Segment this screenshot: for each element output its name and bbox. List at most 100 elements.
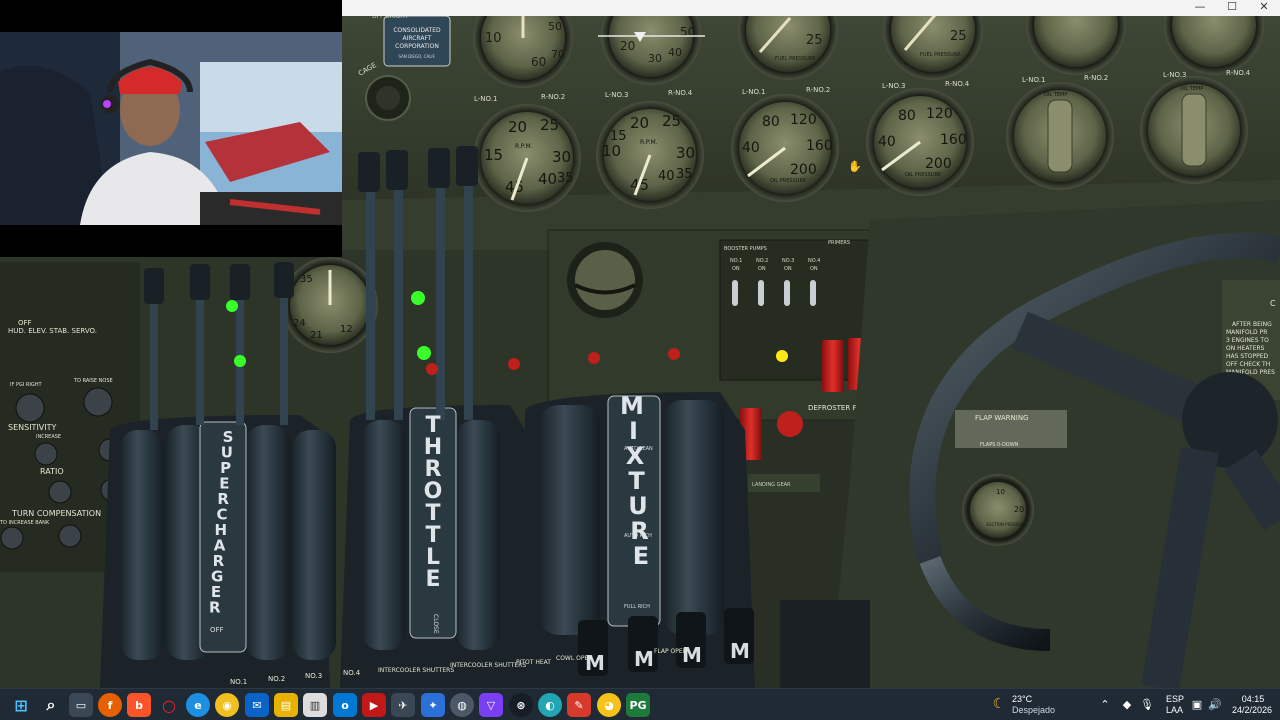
ap-hud-line: HUD. ELEV. STAB. SERVO. (8, 327, 97, 335)
rpm2-label: R.P.M. (640, 139, 658, 146)
proton-icon[interactable]: ▽ (479, 693, 503, 717)
speaker-icon[interactable]: 🔊 (1208, 698, 1222, 712)
suction-tick: 10 (996, 488, 1005, 496)
keyboard-layout[interactable]: LAA (1166, 705, 1183, 716)
booster-pumps-label: BOOSTER PUMPS (724, 246, 767, 252)
ap-turn-comp: TURN COMPENSATION (11, 509, 101, 518)
weather-moon-icon[interactable]: ☾ (992, 697, 1006, 711)
throttle-close-label: CLOSE (432, 614, 439, 634)
ap-knob (48, 480, 72, 504)
engine-header: R-NO.2 (541, 93, 565, 101)
ap-right-knob-label: TO RAISE NOSE (73, 378, 113, 384)
rpm2-tick: 40 (658, 169, 675, 184)
clock-time[interactable]: 04:15 (1232, 694, 1274, 705)
mixture-letter: R (630, 517, 648, 545)
bottom-label: FLAP OPEN (654, 648, 687, 655)
booster-switch-on-label: ON (784, 266, 792, 272)
mixture-knob-letter: M (634, 647, 654, 671)
oil2-tick: 120 (926, 106, 953, 122)
placard-line3: CORPORATION (395, 43, 439, 50)
cockpit-app-icon[interactable]: ✈ (391, 693, 415, 717)
oil2-tick: 40 (878, 134, 896, 150)
rpm1-tick: 25 (540, 116, 559, 134)
steam-icon[interactable]: ⊛ (509, 693, 533, 717)
rpm2-tick: 35 (676, 167, 693, 182)
weather-desc[interactable]: Despejado (1012, 705, 1055, 716)
bottom-label: NO.1 (230, 678, 247, 686)
top-gauge-3-label: FUEL PRESSURE (775, 56, 815, 62)
top-gauge-1-tick: 50 (548, 20, 562, 33)
close-button[interactable]: ✕ (1248, 0, 1280, 16)
supercharger-off-label: OFF (210, 626, 224, 634)
display-icon[interactable]: ▣ (1190, 698, 1204, 712)
firefox-icon[interactable]: f (98, 693, 122, 717)
right-placard-line: ON HEATERS (1226, 345, 1265, 352)
chrome-icon[interactable]: ◉ (215, 693, 239, 717)
booster-switch-label: NO.2 (756, 258, 768, 264)
mixture-full-rich: FULL RICH (624, 604, 650, 610)
booster-toggle-switch[interactable] (810, 280, 816, 306)
top-gauge-2-tick: 30 (648, 52, 662, 65)
supercharger-letter: R (209, 599, 221, 617)
oil-temp-1-label: OIL TEMP (1044, 92, 1067, 98)
top-gauge-2-tick: 20 (620, 39, 635, 53)
window-titlebar: — ☐ ✕ (342, 0, 1280, 16)
chevron-up-icon[interactable]: ⌃ (1098, 698, 1112, 712)
booster-toggle-switch[interactable] (758, 280, 764, 306)
booster-switch-on-label: ON (810, 266, 818, 272)
outlook-icon[interactable]: o (333, 693, 357, 717)
microphone-icon[interactable]: 🎙 (1140, 698, 1154, 712)
boost-tick: 35 (300, 274, 313, 285)
engine-header: R-NO.4 (945, 80, 970, 88)
brush-icon[interactable]: ✎ (567, 693, 591, 717)
tray-app-icon[interactable]: ◆ (1120, 698, 1134, 712)
windows-start-icon[interactable]: ⊞ (9, 693, 33, 717)
engine-header: L-NO.1 (1022, 76, 1045, 84)
right-placard-line: AFTER BEING (1232, 321, 1272, 328)
right-placard-line: C (1270, 299, 1276, 308)
ap-left-knob-label: IF PGI RIGHT (10, 382, 42, 388)
maximize-button[interactable]: ☐ (1216, 0, 1248, 16)
oil1-tick: 160 (806, 138, 833, 154)
webcam-feed (0, 32, 342, 225)
oil-temp-2-label: OIL TEMP (1180, 86, 1203, 92)
suction-tick: 20 (1014, 505, 1024, 514)
flight-sim-icon[interactable]: ✦ (421, 693, 445, 717)
pg-app-icon[interactable]: PG (626, 693, 650, 717)
right-placard-line: MANIFOLD PR (1226, 329, 1267, 336)
booster-switch-label: NO.3 (782, 258, 794, 264)
edge-icon[interactable]: e (186, 693, 210, 717)
top-gauge-4-tick: 25 (950, 29, 967, 44)
video-app-icon[interactable]: ▶ (362, 693, 386, 717)
search-icon[interactable]: ⌕ (39, 693, 63, 717)
throttle-label: THROTTLE (424, 413, 443, 592)
mail-icon[interactable]: ✉ (245, 693, 269, 717)
consolidated-placard: CONSOLIDATED AIRCRAFT CORPORATION SAN DI… (383, 15, 451, 67)
top-gauge-2-tick: 50 (680, 25, 695, 39)
opera-icon[interactable]: ○ (157, 693, 181, 717)
brave-icon[interactable]: b (127, 693, 151, 717)
browser-icon[interactable]: ◐ (538, 693, 562, 717)
weather-temp[interactable]: 23°C (1012, 694, 1032, 705)
booster-toggle-switch[interactable] (784, 280, 790, 306)
webcam-overlay (0, 32, 342, 225)
notepad-icon[interactable]: ▥ (303, 693, 327, 717)
task-view-icon[interactable]: ▭ (69, 693, 93, 717)
file-explorer-icon[interactable]: ▤ (274, 693, 298, 717)
top-gauge-1-tick: 70 (551, 48, 565, 61)
sim-viewport[interactable]: 10 50 60 70 20 30 40 50 25 FUEL PRESSURE… (0, 0, 1280, 688)
language-code[interactable]: ESP (1166, 694, 1184, 705)
throttle-letter: E (425, 567, 440, 592)
bottom-label: INTERCOOLER SHUTTERS (450, 662, 526, 669)
yellow-indicator-light (776, 350, 788, 362)
clock-date[interactable]: 24/2/2026 (1228, 705, 1276, 716)
minimize-button[interactable]: — (1184, 0, 1216, 16)
engine-header: R-NO.4 (1226, 69, 1251, 77)
paint-icon[interactable]: ◕ (597, 693, 621, 717)
rpm-gauge-1: 20 25 30 40 45 15 35 R.P.M. (473, 104, 581, 212)
booster-toggle-switch[interactable] (732, 280, 738, 306)
oil-temp-gauge-1: OIL TEMP (1006, 82, 1114, 190)
oil-temp-gauge-2: OIL TEMP (1140, 76, 1248, 184)
vpn-icon[interactable]: ◍ (450, 693, 474, 717)
rpm1-tick: 30 (552, 148, 571, 166)
